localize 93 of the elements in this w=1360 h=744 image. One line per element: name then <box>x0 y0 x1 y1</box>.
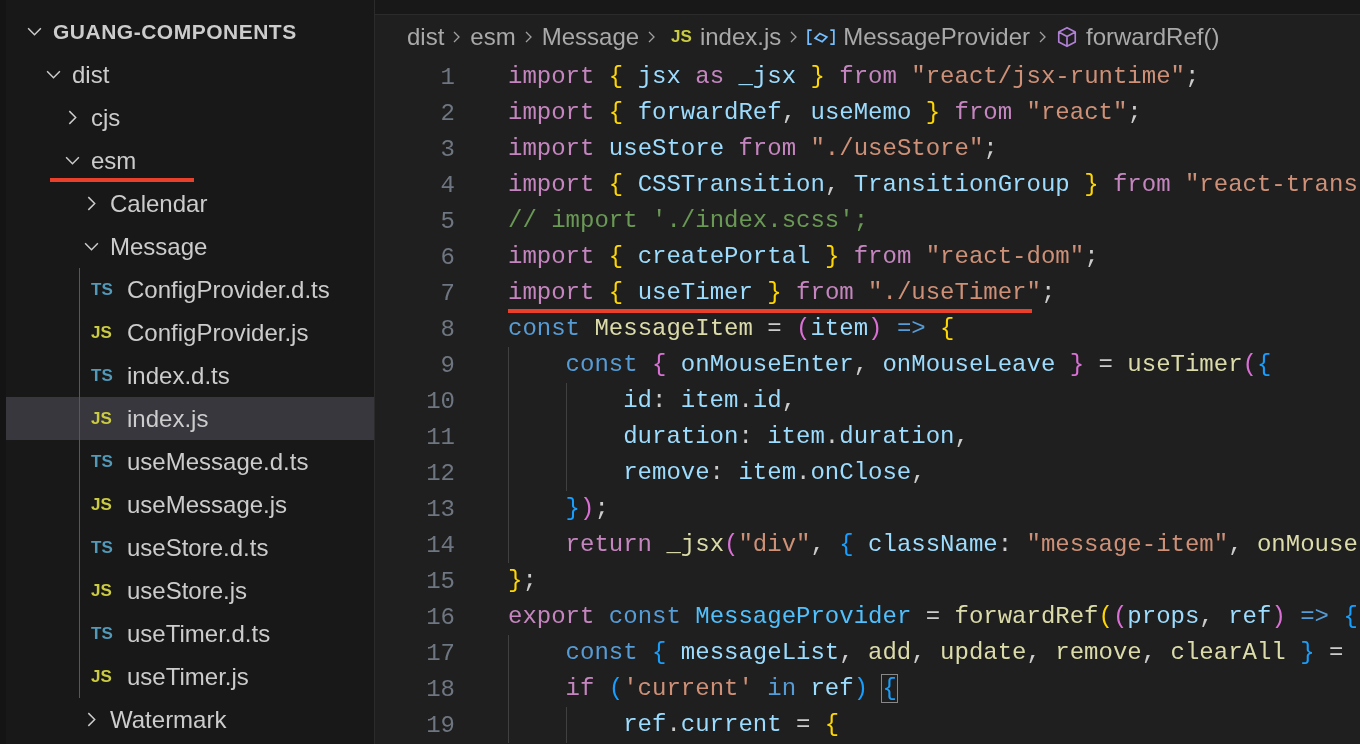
file-item[interactable]: TS ConfigProvider.d.ts <box>6 268 374 311</box>
file-type-icon: TS <box>91 365 117 386</box>
code-line: const { onMouseEnter, onMouseLeave } = useTimer({ <box>508 347 1272 383</box>
code-line: import { createPortal } from "react-dom"; <box>508 242 1099 272</box>
line-number: 9 <box>439 351 455 379</box>
line-number: 13 <box>425 495 455 523</box>
breadcrumb-item[interactable]: Message <box>541 23 640 51</box>
line-number: 3 <box>439 135 455 163</box>
line-number: 12 <box>425 459 455 487</box>
file-type-icon: JS <box>91 322 117 343</box>
line-number: 19 <box>425 711 455 739</box>
chevron-icon <box>1038 29 1048 45</box>
code-line: import { forwardRef, useMemo } from "react"; <box>508 98 1142 128</box>
folder-item[interactable]: Message <box>6 225 374 268</box>
folder-item[interactable]: Watermark <box>6 698 374 741</box>
tree-label: useTimer.d.ts <box>127 619 271 648</box>
line-number: 2 <box>439 99 455 127</box>
file-item[interactable]: TS useMessage.d.ts <box>6 440 374 483</box>
code-line: const MessageItem = (item) => { <box>508 314 955 344</box>
file-type-icon: TS <box>91 623 117 644</box>
tree-label: Calendar <box>110 189 208 218</box>
line-number: 4 <box>439 171 455 199</box>
tree-label: useStore.js <box>127 576 248 605</box>
folder-item[interactable]: dist <box>6 53 374 96</box>
file-type-icon: TS <box>91 537 117 558</box>
breadcrumb-item[interactable]: index.js <box>699 23 782 51</box>
file-type-icon: JS <box>91 494 117 515</box>
tree-label: dist <box>72 60 110 89</box>
tree-label: cjs <box>91 103 121 132</box>
file-item[interactable]: TS useStore.d.ts <box>6 526 374 569</box>
breadcrumb-item[interactable]: MessageProvider <box>843 23 1030 51</box>
tree-label: Message <box>110 232 208 261</box>
code-line: return _jsx("div", { className: "message-item", onMouse <box>508 527 1358 563</box>
code-line: ref.current = { <box>508 707 840 743</box>
tree-label: useTimer.js <box>127 662 249 691</box>
cube-icon <box>1056 26 1078 48</box>
file-type-icon: JS <box>91 666 117 687</box>
folder-item[interactable]: Calendar <box>6 182 374 225</box>
tree-label: index.d.ts <box>127 361 230 390</box>
tree-label: esm <box>91 146 137 175</box>
file-type-icon: JS <box>671 27 692 47</box>
line-number: 5 <box>439 207 455 235</box>
line-number: 8 <box>439 315 455 343</box>
file-item[interactable]: TS index.d.ts <box>6 354 374 397</box>
file-item[interactable]: JS useStore.js <box>6 569 374 612</box>
line-number: 11 <box>425 423 455 451</box>
tree-label: ConfigProvider.js <box>127 318 309 347</box>
explorer-section-header[interactable]: GUANG-COMPONENTS <box>6 10 374 53</box>
line-number: 16 <box>425 603 455 631</box>
file-item[interactable]: JS ConfigProvider.js <box>6 311 374 354</box>
code-line: }; <box>508 566 537 596</box>
file-type-icon: JS <box>91 408 117 429</box>
tree-label: useMessage.js <box>127 490 288 519</box>
file-type-icon: JS <box>91 580 117 601</box>
code-line: import useStore from "./useStore"; <box>508 134 998 164</box>
folder-item[interactable]: esm <box>6 139 374 182</box>
code-line: import { CSSTransition, TransitionGroup } from "react-trans <box>508 170 1358 200</box>
code-line: import { jsx as _jsx } from "react/jsx-runtime"; <box>508 62 1200 92</box>
code-line: id: item.id, <box>508 383 797 419</box>
tree-label: index.js <box>127 404 209 433</box>
line-number: 14 <box>425 531 455 559</box>
code-line: }); <box>508 491 609 527</box>
breadcrumb-item[interactable]: dist <box>407 23 445 51</box>
line-number: 10 <box>425 387 455 415</box>
line-number: 7 <box>439 279 455 307</box>
file-item[interactable]: JS useTimer.js <box>6 655 374 698</box>
line-number: 18 <box>425 675 455 703</box>
code-line: export const MessageProvider = forwardRef((props, ref) => { <box>508 602 1358 632</box>
line-number: 6 <box>439 243 455 271</box>
line-number: 17 <box>425 639 455 667</box>
breadcrumb-item[interactable]: forwardRef() <box>1086 23 1220 51</box>
code-line: duration: item.duration, <box>508 419 969 455</box>
variable-icon <box>807 27 836 47</box>
tree-label: useMessage.d.ts <box>127 447 309 476</box>
code-line: // import './index.scss'; <box>508 206 869 236</box>
tree-label: ConfigProvider.d.ts <box>127 275 330 304</box>
file-item[interactable]: TS useTimer.d.ts <box>6 612 374 655</box>
breadcrumb-item[interactable]: esm <box>470 23 516 51</box>
file-type-icon: TS <box>91 279 117 300</box>
tree-label: Watermark <box>110 705 227 734</box>
file-item[interactable]: JS useMessage.js <box>6 483 374 526</box>
tree-label: GUANG-COMPONENTS <box>53 19 297 44</box>
code-line: if ('current' in ref) { <box>508 671 897 707</box>
chevron-icon <box>523 29 534 45</box>
line-number: 15 <box>425 567 455 595</box>
code-line: remove: item.onClose, <box>508 455 926 491</box>
file-item[interactable]: JS index.js <box>6 397 374 440</box>
code-line: const { messageList, add, update, remove, clearAll } = <box>508 635 1344 671</box>
line-number: 1 <box>439 63 455 91</box>
file-type-icon: TS <box>91 451 117 472</box>
folder-item[interactable]: cjs <box>6 96 374 139</box>
code-line: import { useTimer } from "./useTimer"; <box>508 278 1056 308</box>
tree-label: useStore.d.ts <box>127 533 269 562</box>
